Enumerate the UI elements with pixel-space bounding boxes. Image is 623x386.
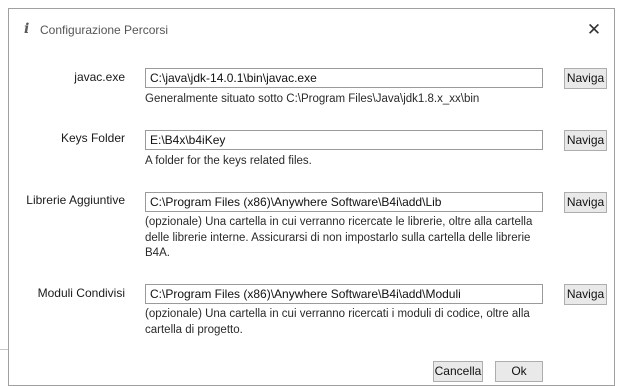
shared-modules-browse-button[interactable]: Naviga (564, 284, 607, 305)
additional-libraries-input[interactable] (145, 192, 543, 212)
keys-folder-browse-button[interactable]: Naviga (564, 130, 607, 151)
javac-label: javac.exe (74, 70, 125, 84)
additional-libraries-browse-button[interactable]: Naviga (564, 192, 607, 213)
javac-path-input[interactable] (145, 68, 543, 88)
keys-folder-label: Keys Folder (60, 131, 125, 145)
dialog-title: Configurazione Percorsi (40, 23, 169, 37)
keys-folder-help-text: A folder for the keys related files. (145, 155, 312, 167)
close-icon: ✕ (586, 20, 602, 39)
shared-modules-label: Moduli Condivisi (37, 286, 125, 300)
close-button[interactable]: ✕ (580, 17, 608, 43)
shared-modules-help-text: (opzionale) Una cartella in cui verranno… (145, 308, 530, 336)
title-bar: i Configurazione Percorsi ✕ (9, 9, 614, 51)
cancel-button[interactable]: Cancella (433, 361, 483, 382)
keys-folder-input[interactable] (145, 130, 543, 150)
additional-libraries-help-text: (opzionale) Una cartella in cui verranno… (145, 216, 533, 259)
background-divider (0, 349, 8, 350)
additional-libraries-label: Librerie Aggiuntive (26, 193, 125, 207)
path-config-dialog: i Configurazione Percorsi ✕ javac.exe Na… (8, 8, 615, 386)
shared-modules-input[interactable] (145, 284, 543, 304)
javac-help-text: Generalmente situato sotto C:\Program Fi… (145, 93, 480, 105)
info-icon: i (24, 21, 30, 37)
javac-browse-button[interactable]: Naviga (564, 68, 607, 89)
ok-button[interactable]: Ok (495, 361, 543, 382)
